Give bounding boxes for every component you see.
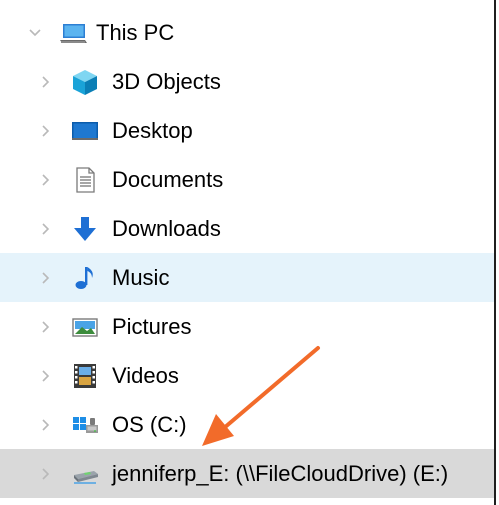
film-icon [70,362,100,390]
tree-item-label: Desktop [112,117,193,143]
chevron-right-icon[interactable] [38,320,52,334]
tree-item-label: 3D Objects [112,68,221,94]
tree-item-desktop[interactable]: Desktop [0,106,494,155]
chevron-right-icon[interactable] [38,124,52,138]
chevron-right-icon[interactable] [38,222,52,236]
download-arrow-icon [70,215,100,243]
navigation-pane: This PC 3D Objects Desktop Documents Dow… [0,0,496,505]
chevron-right-icon[interactable] [38,369,52,383]
network-drive-icon [70,460,100,488]
tree-item-label: Documents [112,166,224,192]
windows-drive-icon [70,411,100,439]
tree-item-label: OS (C:) [112,411,187,437]
chevron-down-icon[interactable] [28,26,42,40]
tree-item-this-pc[interactable]: This PC [0,8,494,57]
music-note-icon [70,264,100,292]
folder-tree: This PC 3D Objects Desktop Documents Dow… [0,8,494,498]
tree-item-pictures[interactable]: Pictures [0,302,494,351]
document-icon [70,166,100,194]
tree-item-downloads[interactable]: Downloads [0,204,494,253]
cube-3d-icon [70,68,100,96]
chevron-right-icon[interactable] [38,75,52,89]
tree-item-label: jenniferp_E: (\\FileCloudDrive) (E:) [112,460,449,486]
chevron-right-icon[interactable] [38,418,52,432]
desktop-icon [70,117,100,145]
chevron-right-icon[interactable] [38,467,52,481]
tree-item-music[interactable]: Music [0,253,494,302]
chevron-right-icon[interactable] [38,271,52,285]
pictures-icon [70,313,100,341]
chevron-right-icon[interactable] [38,173,52,187]
tree-item-documents[interactable]: Documents [0,155,494,204]
tree-item-3d-objects[interactable]: 3D Objects [0,57,494,106]
tree-item-filecloud-drive-e[interactable]: jenniferp_E: (\\FileCloudDrive) (E:) [0,449,494,498]
tree-item-label: This PC [96,19,175,45]
tree-item-videos[interactable]: Videos [0,351,494,400]
tree-item-label: Music [112,264,170,290]
tree-item-label: Downloads [112,215,221,241]
tree-item-label: Pictures [112,313,192,339]
computer-icon [58,19,88,47]
tree-item-os-c[interactable]: OS (C:) [0,400,494,449]
tree-item-label: Videos [112,362,179,388]
